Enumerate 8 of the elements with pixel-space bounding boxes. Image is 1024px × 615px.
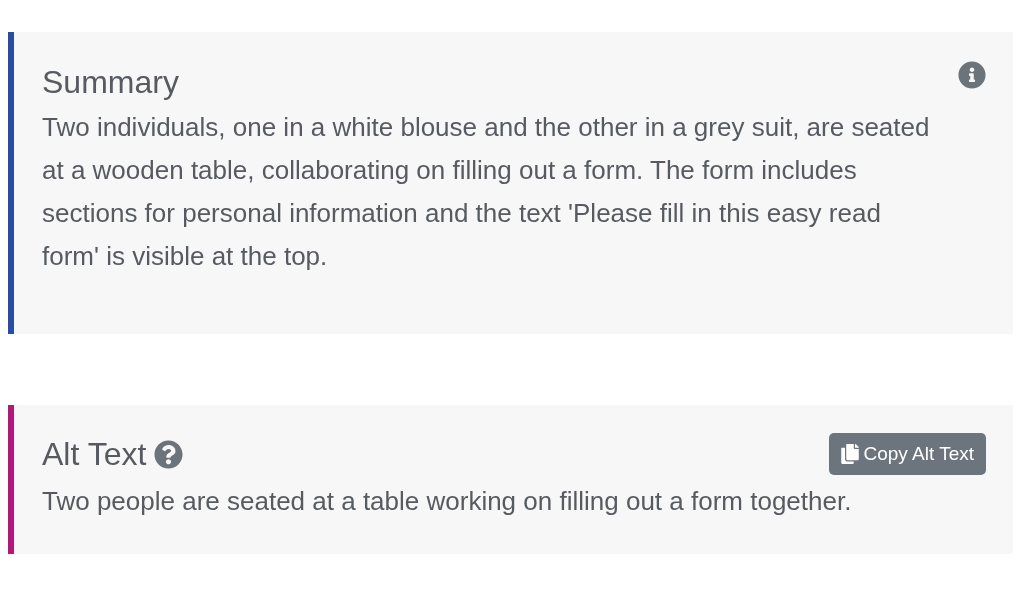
section-text: Two people are seated at a table working on filling out a form together. [42,485,853,518]
copy-icon [841,444,860,464]
section-title: Alt Text [42,435,147,474]
info-icon[interactable] [958,61,986,89]
section-title: Summary [42,63,179,102]
section-text: Two individuals, one in a white blouse and the other in a grey suit, are seated at a wooden table, collaborating on filling out a form. The form includes sections for personal information and the text 'Please fill in this easy read form' is visible at the top. [42,111,931,273]
help-icon[interactable] [154,439,184,469]
copy-alt-text-button[interactable]: Copy Alt Text [829,433,986,475]
